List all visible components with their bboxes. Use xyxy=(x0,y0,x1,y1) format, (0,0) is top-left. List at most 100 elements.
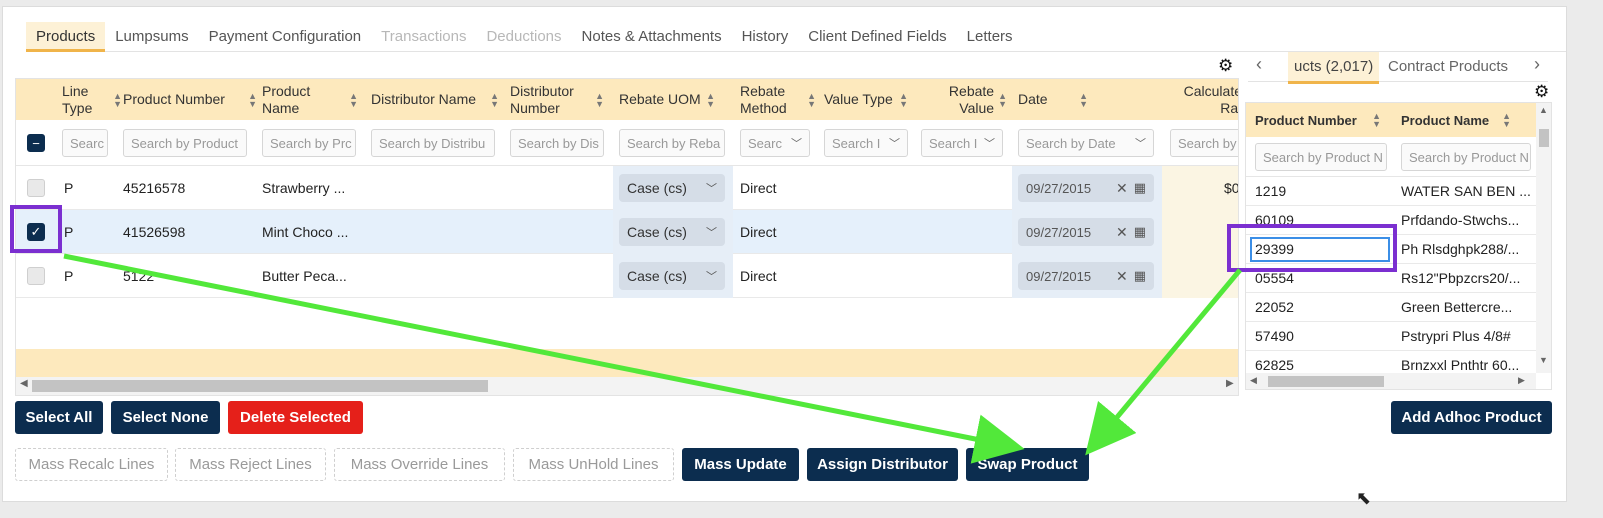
col-distributor-name[interactable]: Distributor Name ▲ ▼ xyxy=(371,79,499,120)
table-row[interactable]: ✓ P 41526598 Mint Choco ... Case (cs) ﹀ D… xyxy=(16,210,1238,254)
filter-calculated-rate[interactable]: Search by xyxy=(1170,129,1238,157)
sort-icon[interactable]: ▲ ▼ xyxy=(807,91,816,108)
calendar-icon[interactable]: ▦ xyxy=(1134,224,1146,240)
col-rebate-uom[interactable]: Rebate UOM ▲ ▼ xyxy=(619,79,715,120)
col-line-type[interactable]: Line Type ▲ ▼ xyxy=(62,79,122,120)
close-icon[interactable]: ✕ xyxy=(1116,180,1128,197)
filter-line-type[interactable]: Searc xyxy=(62,129,108,157)
scroll-right-icon[interactable]: ▶ xyxy=(1226,378,1234,389)
product-list-settings-gear-icon[interactable]: ⚙ xyxy=(1534,82,1549,102)
rebate-uom-value: Case (cs) xyxy=(627,268,687,284)
col-product-number[interactable]: Product Number ▲ ▼ xyxy=(123,79,257,120)
row-checkbox[interactable] xyxy=(27,179,45,197)
grid-horizontal-scrollbar[interactable]: ◀ ▶ xyxy=(16,377,1238,395)
tab-contract-products[interactable]: Contract Products xyxy=(1388,58,1508,75)
add-adhoc-product-button[interactable]: Add Adhoc Product xyxy=(1391,401,1552,434)
tab-notes-attachments[interactable]: Notes & Attachments xyxy=(572,22,732,52)
chevron-left-icon[interactable]: ‹ xyxy=(1256,54,1262,75)
col-distributor-number[interactable]: Distributor Number ▲ ▼ xyxy=(510,79,604,120)
calendar-icon[interactable]: ▦ xyxy=(1134,268,1146,284)
col-date[interactable]: Date ▲ ▼ xyxy=(1018,79,1088,120)
filter-value-type[interactable]: Search I ﹀ xyxy=(824,129,908,157)
filter-rebate-value[interactable]: Search I ﹀ xyxy=(921,129,1003,157)
scroll-up-icon[interactable]: ▲ xyxy=(1539,105,1548,115)
tab-deductions[interactable]: Deductions xyxy=(476,22,571,52)
sort-icon[interactable]: ▲ ▼ xyxy=(1372,112,1381,129)
tab-transactions[interactable]: Transactions xyxy=(371,22,476,52)
rebate-uom-select[interactable]: Case (cs) ﹀ xyxy=(619,174,725,202)
filter-product-number[interactable]: Search by Product xyxy=(123,129,247,157)
grid-settings-gear-icon[interactable]: ⚙ xyxy=(1218,56,1233,76)
select-all-button[interactable]: Select All xyxy=(15,401,103,434)
mass-update-button[interactable]: Mass Update xyxy=(682,448,799,481)
row-checkbox[interactable] xyxy=(27,267,45,285)
select-all-checkbox[interactable]: − xyxy=(27,134,45,152)
sort-icon[interactable]: ▲ ▼ xyxy=(595,91,604,108)
product-list-vertical-scrollbar[interactable]: ▲ ▼ xyxy=(1536,103,1551,373)
sort-icon[interactable]: ▲ ▼ xyxy=(113,91,122,108)
col-product-number[interactable]: Product Number ▲ ▼ xyxy=(1255,103,1381,137)
list-item[interactable]: 57490 Pstrypri Plus 4/8# xyxy=(1246,322,1536,351)
select-none-button[interactable]: Select None xyxy=(111,401,220,434)
filter-rebate-method[interactable]: Searc ﹀ xyxy=(740,129,810,157)
rebate-uom-select[interactable]: Case (cs) ﹀ xyxy=(619,262,725,290)
tab-payment-configuration[interactable]: Payment Configuration xyxy=(199,22,372,52)
list-item[interactable]: 22052 Green Bettercre... xyxy=(1246,293,1536,322)
filter-distributor-number[interactable]: Search by Dis xyxy=(510,129,604,157)
tab-lumpsums[interactable]: Lumpsums xyxy=(105,22,198,52)
list-item[interactable]: 1219 WATER SAN BEN ... xyxy=(1246,177,1536,206)
rebate-uom-select[interactable]: Case (cs) ﹀ xyxy=(619,218,725,246)
close-icon[interactable]: ✕ xyxy=(1116,268,1128,285)
sort-icon[interactable]: ▲ ▼ xyxy=(248,91,257,108)
mass-reject-lines-button[interactable]: Mass Reject Lines xyxy=(175,448,326,481)
date-input[interactable]: 09/27/2015 ✕ ▦ xyxy=(1018,218,1154,246)
sort-icon[interactable]: ▲ ▼ xyxy=(1502,112,1511,129)
swap-product-button[interactable]: Swap Product xyxy=(966,448,1089,481)
product-list-horizontal-scrollbar[interactable]: ◀ ▶ xyxy=(1246,373,1536,389)
table-row[interactable]: P 45216578 Strawberry ... Case (cs) ﹀ Dir… xyxy=(16,166,1238,210)
sort-icon[interactable]: ▲ ▼ xyxy=(998,91,1007,108)
sort-icon[interactable]: ▲ ▼ xyxy=(1079,91,1088,108)
chevron-right-icon[interactable]: › xyxy=(1534,54,1540,75)
sort-icon[interactable]: ▲ ▼ xyxy=(899,91,908,108)
scroll-thumb[interactable] xyxy=(32,380,488,392)
date-input[interactable]: 09/27/2015 ✕ ▦ xyxy=(1018,174,1154,202)
scroll-left-icon[interactable]: ◀ xyxy=(20,378,28,389)
date-value: 09/27/2015 xyxy=(1026,224,1092,240)
tab-history[interactable]: History xyxy=(732,22,799,52)
col-rebate-value[interactable]: Rebate Value ▲ ▼ xyxy=(921,79,1007,120)
col-rebate-method[interactable]: Rebate Method ▲ ▼ xyxy=(740,79,816,120)
col-rebate-uom-label: Rebate UOM xyxy=(619,91,701,107)
col-calculated-rate[interactable]: Calculate Rat xyxy=(1166,79,1238,120)
scroll-thumb[interactable] xyxy=(1539,129,1549,147)
filter-product-name[interactable]: Search by Prc xyxy=(262,129,356,157)
col-product-name[interactable]: Product Name ▲ ▼ xyxy=(262,79,358,120)
filter-rebate-uom[interactable]: Search by Reba xyxy=(619,129,725,157)
table-row[interactable]: P 5122 Butter Peca... Case (cs) ﹀ Direct … xyxy=(16,254,1238,298)
tab-all-products[interactable]: ucts (2,017) xyxy=(1288,52,1380,84)
scroll-right-icon[interactable]: ▶ xyxy=(1518,375,1525,386)
scroll-left-icon[interactable]: ◀ xyxy=(1250,375,1257,386)
sort-icon[interactable]: ▲ ▼ xyxy=(490,91,499,108)
mass-override-lines-button[interactable]: Mass Override Lines xyxy=(334,448,505,481)
scroll-down-icon[interactable]: ▼ xyxy=(1539,355,1548,365)
mass-recalc-lines-button[interactable]: Mass Recalc Lines xyxy=(15,448,168,481)
filter-product-name[interactable]: Search by Product N xyxy=(1401,143,1531,171)
sort-icon[interactable]: ▲ ▼ xyxy=(706,91,715,108)
scroll-thumb[interactable] xyxy=(1268,376,1384,387)
col-value-type[interactable]: Value Type ▲ ▼ xyxy=(824,79,908,120)
tab-products[interactable]: Products xyxy=(26,22,106,52)
delete-selected-button[interactable]: Delete Selected xyxy=(228,401,363,434)
sort-icon[interactable]: ▲ ▼ xyxy=(349,91,358,108)
filter-distributor-name[interactable]: Search by Distribu xyxy=(371,129,495,157)
col-product-name[interactable]: Product Name ▲ ▼ xyxy=(1401,103,1511,137)
tab-letters[interactable]: Letters xyxy=(957,22,1023,52)
filter-date[interactable]: Search by Date ﹀ xyxy=(1018,129,1154,157)
calendar-icon[interactable]: ▦ xyxy=(1134,180,1146,196)
filter-product-number[interactable]: Search by Product N xyxy=(1255,143,1387,171)
date-input[interactable]: 09/27/2015 ✕ ▦ xyxy=(1018,262,1154,290)
assign-distributor-button[interactable]: Assign Distributor xyxy=(807,448,958,481)
close-icon[interactable]: ✕ xyxy=(1116,224,1128,241)
tab-client-defined-fields[interactable]: Client Defined Fields xyxy=(798,22,956,52)
mass-unhold-lines-button[interactable]: Mass UnHold Lines xyxy=(513,448,674,481)
